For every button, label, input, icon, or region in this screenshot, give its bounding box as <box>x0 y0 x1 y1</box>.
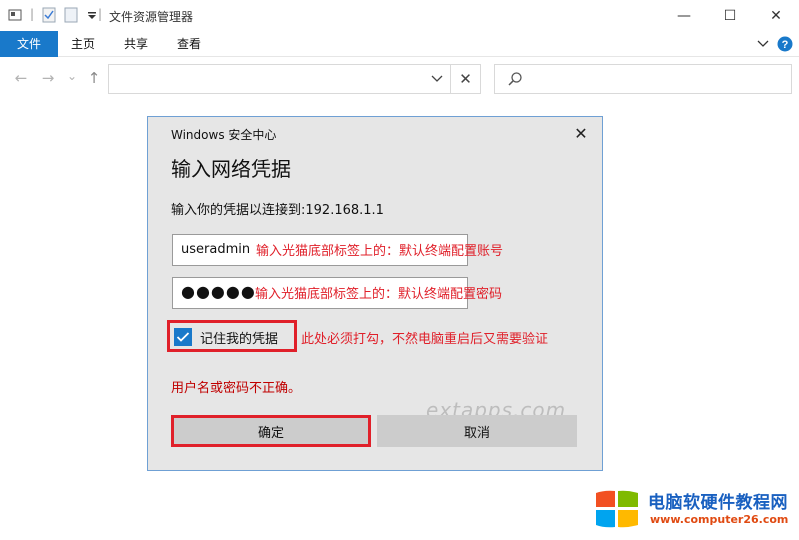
dialog-prompt: 输入你的凭据以连接到:192.168.1.1 <box>171 203 384 218</box>
window-title: 文件资源管理器 <box>109 10 194 24</box>
tab-share[interactable]: 共享 <box>113 31 159 57</box>
remember-credentials-highlight: 记住我的凭据 <box>167 320 297 352</box>
navigation-bar: ← → ⌄ ↑ ✕ <box>0 57 799 101</box>
search-icon <box>508 72 522 86</box>
username-value: useradmin <box>181 242 251 257</box>
up-icon[interactable]: ↑ <box>85 69 103 87</box>
customize-quick-access-icon[interactable] <box>85 7 99 23</box>
tab-view[interactable]: 查看 <box>166 31 212 57</box>
remember-annotation: 此处必须打勾，不然电脑重启后又需要验证 <box>301 332 549 347</box>
recent-locations-icon[interactable]: ⌄ <box>63 67 81 85</box>
ribbon-tabs: 文件 主页 共享 查看 ? <box>0 31 799 57</box>
brand-url: www.computer26.com <box>650 513 789 526</box>
remember-credentials-checkbox[interactable] <box>174 328 192 346</box>
credential-dialog: Windows 安全中心 ✕ 输入网络凭据 输入你的凭据以连接到:192.168… <box>147 116 603 471</box>
username-annotation: 输入光猫底部标签上的：默认终端配置账号 <box>256 244 504 259</box>
title-separator: | <box>30 7 35 21</box>
back-icon[interactable]: ← <box>12 69 30 87</box>
properties-icon[interactable] <box>42 7 56 23</box>
remember-credentials-label[interactable]: 记住我的凭据 <box>200 328 278 347</box>
brand-logo: 电脑软硬件教程网 www.computer26.com <box>594 485 794 535</box>
tab-file[interactable]: 文件 <box>0 31 58 57</box>
expand-ribbon-icon[interactable] <box>754 35 772 53</box>
help-icon[interactable]: ? <box>776 35 794 53</box>
minimize-button[interactable]: — <box>661 0 707 31</box>
cancel-button[interactable]: 取消 <box>377 415 577 447</box>
dialog-heading: 输入网络凭据 <box>171 157 291 181</box>
new-folder-icon[interactable] <box>64 7 78 23</box>
forward-icon[interactable]: → <box>39 69 57 87</box>
password-value: ●●●●● <box>181 282 256 301</box>
error-message: 用户名或密码不正确。 <box>171 381 302 396</box>
brand-name: 电脑软硬件教程网 <box>648 493 788 513</box>
dialog-close-button[interactable]: ✕ <box>572 124 590 143</box>
dialog-caption: Windows 安全中心 <box>171 128 277 142</box>
address-bar[interactable] <box>108 64 451 94</box>
svg-text:?: ? <box>782 39 789 51</box>
explorer-app-icon[interactable] <box>8 7 22 23</box>
title-separator: | <box>98 7 103 21</box>
search-box[interactable] <box>494 64 792 94</box>
checkmark-icon <box>176 332 190 342</box>
title-bar: | | 文件资源管理器 — ☐ ✕ <box>0 0 799 31</box>
close-button[interactable]: ✕ <box>753 0 799 31</box>
password-annotation: 输入光猫底部标签上的：默认终端配置密码 <box>255 287 503 302</box>
tab-home[interactable]: 主页 <box>60 31 106 57</box>
clear-address-button[interactable]: ✕ <box>451 64 481 94</box>
maximize-button[interactable]: ☐ <box>707 0 753 31</box>
address-dropdown-icon[interactable] <box>424 64 450 94</box>
ok-button[interactable]: 确定 <box>171 415 371 447</box>
windows-logo-icon <box>596 490 638 528</box>
